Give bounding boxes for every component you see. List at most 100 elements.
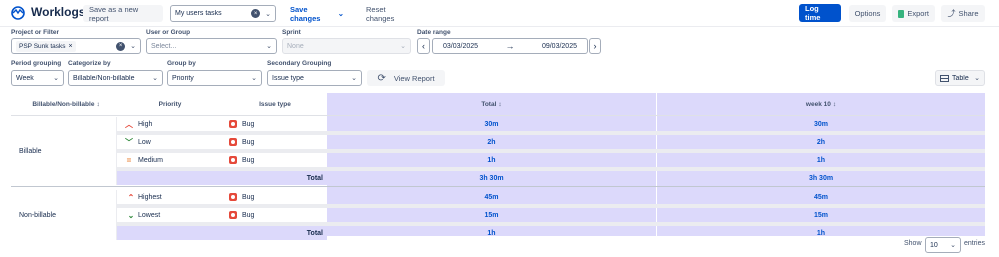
week-value-cell[interactable]: 1h <box>657 153 985 167</box>
group-divider <box>11 186 985 187</box>
entries-label: entries <box>964 240 986 247</box>
header-week-label: week 10 <box>805 100 831 108</box>
save-changes-button[interactable]: Save changes ⌄ <box>284 5 350 23</box>
bug-icon <box>229 193 237 201</box>
group-total-value: 1h <box>487 229 496 237</box>
priority-cell: ︿ High <box>117 117 223 131</box>
total-value-cell[interactable]: 15m <box>327 208 656 222</box>
sort-icon: ↕ <box>96 100 100 108</box>
week-value-cell[interactable]: 45m <box>657 190 985 204</box>
show-label: Show <box>904 240 922 247</box>
reset-changes-button[interactable]: Reset changes <box>360 5 418 23</box>
entries-per-page-select[interactable]: 10 ⌄ <box>925 237 961 253</box>
group-value: Priority <box>172 74 194 82</box>
issue-type-label: Bug <box>242 156 255 164</box>
sprint-value: None <box>287 42 304 50</box>
worklog-table: Billable/Non-billable ↕ Priority Issue ty… <box>11 93 985 240</box>
bug-icon <box>229 211 237 219</box>
issue-type-cell: Bug <box>223 117 327 131</box>
chevron-right-icon: › <box>593 41 597 51</box>
date-from[interactable]: 03/03/2025 <box>443 43 494 50</box>
categorize-by-select[interactable]: Billable/Non-billable ⌄ <box>68 70 163 86</box>
priority-cell: = Medium <box>117 153 223 167</box>
report-select[interactable]: My users tasks × ⌄ <box>170 5 276 22</box>
week-value-cell[interactable]: 15m <box>657 208 985 222</box>
header-divider <box>11 115 985 116</box>
period-grouping-label: Period grouping <box>11 60 62 67</box>
date-range-label: Date range <box>417 29 451 36</box>
chevron-down-icon: ⌄ <box>400 43 406 50</box>
app-logo <box>11 6 25 20</box>
project-tag-label: PSP Sunk tasks <box>19 42 66 50</box>
view-mode-select[interactable]: Table ⌄ <box>935 70 985 86</box>
clear-icon[interactable]: × <box>116 41 126 51</box>
bug-icon <box>229 156 237 164</box>
share-button[interactable]: ⤴ Share <box>941 5 985 22</box>
sort-icon: ↕ <box>832 100 837 108</box>
remove-tag-icon[interactable]: × <box>69 43 73 50</box>
export-label: Export <box>907 9 929 18</box>
project-tag[interactable]: PSP Sunk tasks × <box>16 40 76 52</box>
issue-type-cell: Bug <box>223 208 327 222</box>
week-value-cell[interactable]: 30m <box>657 117 985 131</box>
issue-type-label: Bug <box>242 193 255 201</box>
share-label: Share <box>958 9 979 18</box>
header-issue-type: Issue type <box>259 100 291 108</box>
date-to[interactable]: 09/03/2025 <box>527 43 577 50</box>
table-icon <box>940 74 949 82</box>
header-category[interactable]: Billable/Non-billable ↕ <box>11 93 121 115</box>
chevron-left-icon: ‹ <box>422 41 425 51</box>
group-week-total-value: 3h 30m <box>808 174 834 182</box>
header-total[interactable]: Total ↕ <box>327 93 656 115</box>
total-value-cell[interactable]: 2h <box>327 135 656 149</box>
bug-icon <box>229 138 237 146</box>
total-value-cell[interactable]: 1h <box>327 153 656 167</box>
bug-icon <box>229 120 237 128</box>
double-down-icon: ⌄ <box>127 210 135 220</box>
save-as-new-report-button[interactable]: Save as a new report <box>83 5 163 23</box>
refresh-icon: ⟳ <box>377 72 386 84</box>
date-range-picker[interactable]: 03/03/2025 → 09/03/2025 <box>432 38 588 54</box>
header-priority: Priority <box>158 100 182 108</box>
period-grouping-select[interactable]: Week ⌄ <box>11 70 64 86</box>
clear-icon[interactable]: × <box>251 9 261 18</box>
chevron-down-icon: ⌄ <box>974 75 980 82</box>
priority-cell: ⌄ Lowest <box>117 208 223 222</box>
group-by-select[interactable]: Priority ⌄ <box>167 70 262 86</box>
group-name-cell: Non-billable <box>11 190 117 240</box>
chevron-down-icon: ⌄ <box>251 75 257 82</box>
user-group-select[interactable]: Select... ⌄ <box>146 38 277 54</box>
chevron-down-icon: ⌄ <box>265 10 271 18</box>
user-label: User or Group <box>146 29 191 36</box>
date-prev-button[interactable]: ‹ <box>417 38 430 54</box>
issue-type-cell: Bug <box>223 190 327 204</box>
header-category-label: Billable/Non-billable <box>32 100 95 108</box>
app-title: Worklogs <box>31 5 86 19</box>
issue-type-cell: Bug <box>223 153 327 167</box>
log-time-button[interactable]: Log time <box>799 4 841 22</box>
total-value-cell[interactable]: 30m <box>327 117 656 131</box>
chevron-down-icon: ⌄ <box>266 43 272 50</box>
project-label: Project or Filter <box>11 29 60 36</box>
date-next-button[interactable]: › <box>589 38 601 54</box>
issue-type-label: Bug <box>242 211 255 219</box>
priority-label: Low <box>138 138 151 146</box>
week-value-cell[interactable]: 2h <box>657 135 985 149</box>
priority-label: Medium <box>138 156 163 164</box>
project-filter-select[interactable]: PSP Sunk tasks × × ⌄ <box>11 38 141 54</box>
priority-label: Lowest <box>138 211 161 219</box>
total-value-cell[interactable]: 45m <box>327 190 656 204</box>
export-button[interactable]: Export <box>892 5 935 22</box>
view-mode-value: Table <box>952 74 969 82</box>
options-button[interactable]: Options <box>849 5 886 22</box>
group-name-cell: Billable <box>11 117 117 185</box>
group-total-label: Total <box>306 174 323 182</box>
secondary-value: Issue type <box>272 74 304 82</box>
top-divider <box>0 26 999 27</box>
header-total-label: Total <box>481 100 497 108</box>
secondary-grouping-select[interactable]: Issue type ⌄ <box>267 70 362 86</box>
header-week[interactable]: week 10 ↕ <box>657 93 985 115</box>
arrow-down-icon: ﹀ <box>125 137 133 147</box>
view-report-button[interactable]: ⟳ View Report <box>367 70 445 86</box>
group-total-value: 3h 30m <box>479 174 504 182</box>
